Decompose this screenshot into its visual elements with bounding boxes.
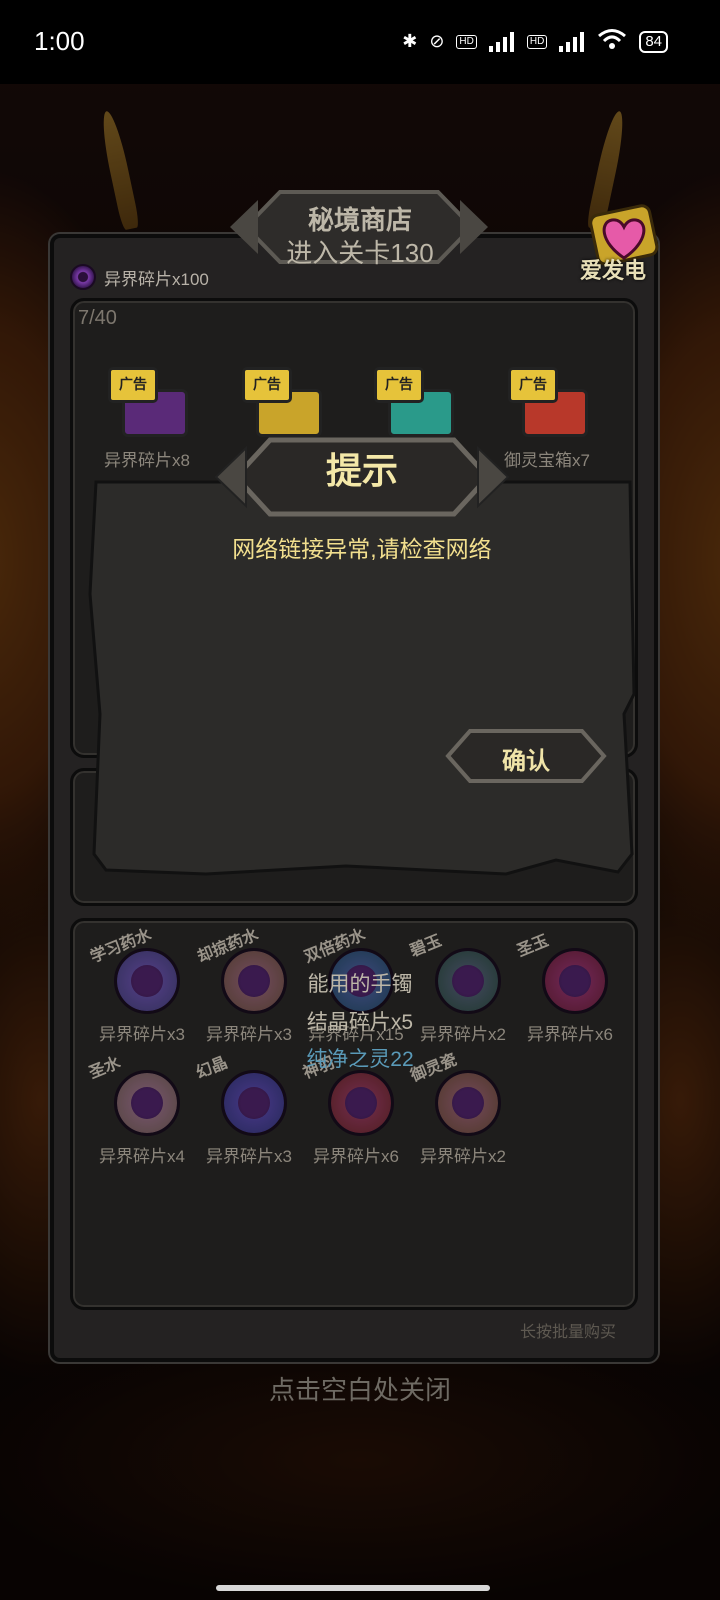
tooltip-line-2: 结晶碎片x5 xyxy=(306,1011,414,1034)
hd-badge: HD xyxy=(526,34,548,49)
mute-vibrate-icon: ⊘ xyxy=(429,31,445,51)
hd-badge: HD xyxy=(456,34,477,49)
ad-tv-icon: 广告 xyxy=(242,367,292,403)
status-bar: 1:00 ✱ ⊘ HD HD 84 xyxy=(0,0,720,84)
tooltip-line-1: 能用的手镯 xyxy=(307,973,413,996)
ad-tv-icon: 广告 xyxy=(374,367,424,403)
ad-tv-icon: 广告 xyxy=(108,367,158,403)
signal-icon xyxy=(559,31,585,52)
ad-tv-icon: 广告 xyxy=(508,367,558,403)
batch-buy-hint: 长按批量购买 xyxy=(520,1324,617,1341)
currency-display: 异界碎片x100 xyxy=(70,264,209,290)
fragment-icon xyxy=(70,264,96,290)
potion-icon xyxy=(328,1070,394,1136)
alert-dialog: 提示 网络链接异常,请检查网络 确认 xyxy=(86,437,638,894)
potion-icon xyxy=(435,1070,501,1136)
tooltip-line-3: 纯净之灵22 xyxy=(306,1048,414,1071)
status-icons: ✱ ⊘ HD HD 84 xyxy=(402,28,668,55)
signal-icon xyxy=(488,31,515,52)
close-hint[interactable]: 点击空白处关闭 xyxy=(0,1370,720,1407)
bluetooth-icon: ✱ xyxy=(402,31,418,51)
battery-icon: 84 xyxy=(639,30,668,53)
charge-label[interactable]: 爱发电 xyxy=(580,253,646,285)
potion-cost: 异界碎片x2 xyxy=(420,1147,506,1166)
currency-label: 异界碎片x100 xyxy=(104,269,209,289)
potion-icon xyxy=(114,1070,180,1136)
wifi-icon xyxy=(597,28,627,55)
dialog-message: 网络链接异常,请检查网络 xyxy=(232,536,492,562)
ad-counter: 7/40 xyxy=(78,307,117,329)
confirm-button[interactable]: 确认 xyxy=(444,728,608,784)
clock: 1:00 xyxy=(34,26,85,56)
dialog-title: 提示 xyxy=(325,450,398,491)
potion-icon xyxy=(221,1070,287,1136)
potion-name: 圣玉 xyxy=(514,932,551,961)
home-indicator[interactable] xyxy=(216,1585,490,1591)
confirm-button-label: 确认 xyxy=(502,748,550,775)
potion-name: 碧玉 xyxy=(407,932,444,961)
